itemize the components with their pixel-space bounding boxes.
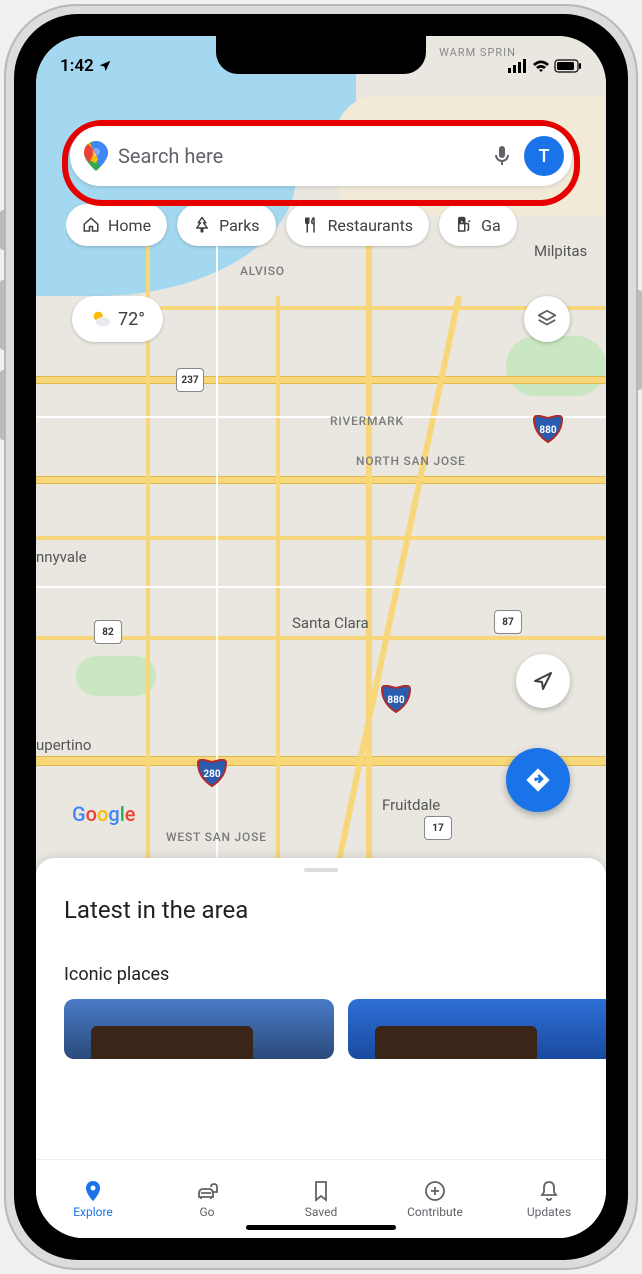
category-chips-row[interactable]: Home Parks Restaurants Ga (66, 204, 606, 250)
partly-cloudy-icon (90, 308, 112, 330)
map-label-rivermark: RIVERMARK (330, 414, 404, 428)
route-shield-17: 17 (424, 816, 452, 840)
my-location-button[interactable] (516, 654, 570, 708)
status-time: 1:42 (60, 56, 94, 76)
interstate-shield-880-bot: 880 (380, 686, 412, 712)
svg-text:880: 880 (539, 425, 556, 436)
layers-button[interactable] (524, 296, 570, 342)
chip-home[interactable]: Home (66, 204, 167, 246)
gas-pump-icon (455, 216, 473, 234)
microphone-icon[interactable] (490, 144, 514, 168)
navigation-icon (531, 669, 555, 693)
location-arrow-icon (98, 59, 112, 73)
nav-updates[interactable]: Updates (492, 1160, 606, 1238)
nav-explore[interactable]: Explore (36, 1160, 150, 1238)
battery-icon (554, 59, 582, 73)
google-maps-pin-icon (84, 141, 108, 171)
chip-parks[interactable]: Parks (177, 204, 276, 246)
weather-pill[interactable]: 72° (72, 296, 163, 342)
wifi-icon (532, 59, 550, 73)
search-bar[interactable]: Search here T (70, 126, 572, 186)
commute-icon (195, 1179, 219, 1203)
nav-label: Go (199, 1205, 214, 1219)
plus-circle-icon (423, 1179, 447, 1203)
interstate-shield-880-top: 880 (532, 416, 564, 442)
pin-icon (81, 1179, 105, 1203)
home-icon (82, 216, 100, 234)
map-label-nnyvale: nnyvale (36, 548, 87, 566)
svg-text:280: 280 (203, 769, 220, 780)
screen: WARM SPRIN ALVISO RIVERMARK NORTH SAN JO… (36, 36, 606, 1238)
map-label-alviso: ALVISO (240, 264, 285, 278)
nav-label: Explore (73, 1205, 113, 1219)
sheet-subtitle: Iconic places (64, 964, 606, 985)
svg-text:880: 880 (387, 695, 404, 706)
interstate-shield-280: 280 (196, 760, 228, 786)
layers-icon (536, 308, 558, 330)
nav-label: Saved (305, 1205, 337, 1219)
google-logo: Google (72, 802, 136, 826)
map-label-fruitdale: Fruitdale (382, 796, 440, 814)
nav-label: Contribute (407, 1205, 463, 1219)
chip-label: Home (108, 216, 151, 235)
map-label-wsj: WEST SAN JOSE (166, 830, 267, 844)
search-placeholder: Search here (118, 144, 490, 168)
bell-icon (537, 1179, 561, 1203)
map-label-santa-clara: Santa Clara (292, 614, 369, 632)
chip-label: Ga (481, 216, 501, 235)
weather-temp: 72° (118, 309, 145, 330)
notch (216, 36, 426, 74)
home-indicator[interactable] (246, 1225, 396, 1230)
directions-button[interactable] (506, 748, 570, 812)
account-avatar[interactable]: T (524, 136, 564, 176)
place-card[interactable] (64, 999, 334, 1059)
chip-gas[interactable]: Ga (439, 204, 517, 246)
chip-label: Restaurants (328, 216, 414, 235)
chip-label: Parks (219, 216, 260, 235)
directions-icon (524, 766, 552, 794)
route-shield-87: 87 (494, 610, 522, 634)
map-label-nsj: NORTH SAN JOSE (356, 454, 466, 468)
route-shield-82: 82 (94, 620, 122, 644)
place-card[interactable] (348, 999, 606, 1059)
route-shield-237: 237 (176, 368, 204, 392)
map-label-upertino: upertino (36, 736, 92, 754)
tree-icon (193, 216, 211, 234)
cards-row[interactable] (36, 999, 606, 1059)
chip-restaurants[interactable]: Restaurants (286, 204, 430, 246)
status-right (508, 49, 582, 73)
nav-label: Updates (527, 1205, 571, 1219)
sheet-grabber[interactable] (304, 868, 338, 872)
cellular-icon (508, 59, 528, 73)
bookmark-icon (309, 1179, 333, 1203)
sheet-title: Latest in the area (64, 896, 606, 924)
fork-knife-icon (302, 216, 320, 234)
